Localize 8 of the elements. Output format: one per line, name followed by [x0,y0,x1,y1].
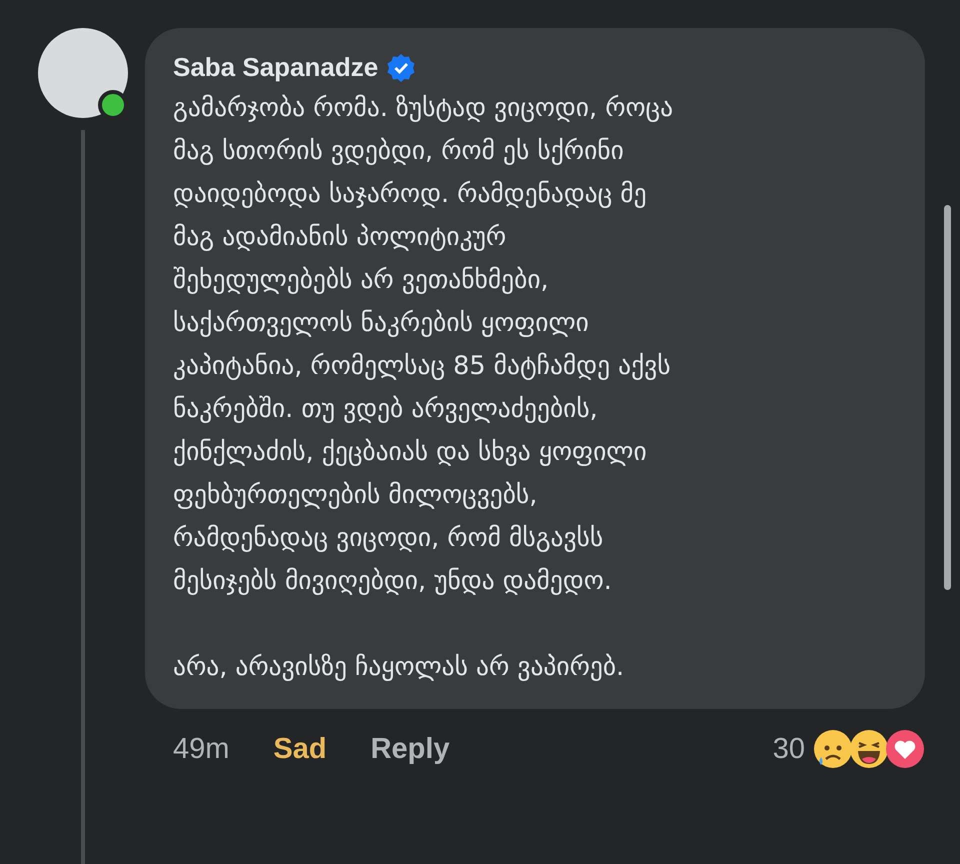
scrollbar[interactable] [944,205,951,590]
comment-text: გამარჯობა რომა. ზუსტად ვიცოდი, როცა მაგ სთორის ვდებდი, რომ ეს სქრინი დაიდებოდა საჯაროდ. რამდენადაც მე მაგ ადამიანის პოლიტიკურ შეხედულებებს არ ვეთანხმები, საქართველოს ნაკრების ყოფილი კაპიტანია, რომელსაც 85 მატჩამდე აქვს ნაკრებში. თუ ვდებ არველაძეების, ქინქლაძის, ქეცბაიას და სხვა ყოფილი ფეხბურთელების მილოცვებს, რამდენადაც ვიცოდი, რომ მსგავსს მესიჯებს მივიღებდი, უნდა დამედო. [173,92,674,598]
author-name[interactable]: Saba Sapanadze [173,52,378,83]
comment-time: 49m [173,732,230,766]
reaction-button[interactable]: Sad [273,732,327,766]
reply-button[interactable]: Reply [370,732,450,766]
comment-text: არა, არავისზე ჩაყოლას არ ვაპირებ. [173,651,626,684]
reaction-count: 30 [772,732,805,766]
